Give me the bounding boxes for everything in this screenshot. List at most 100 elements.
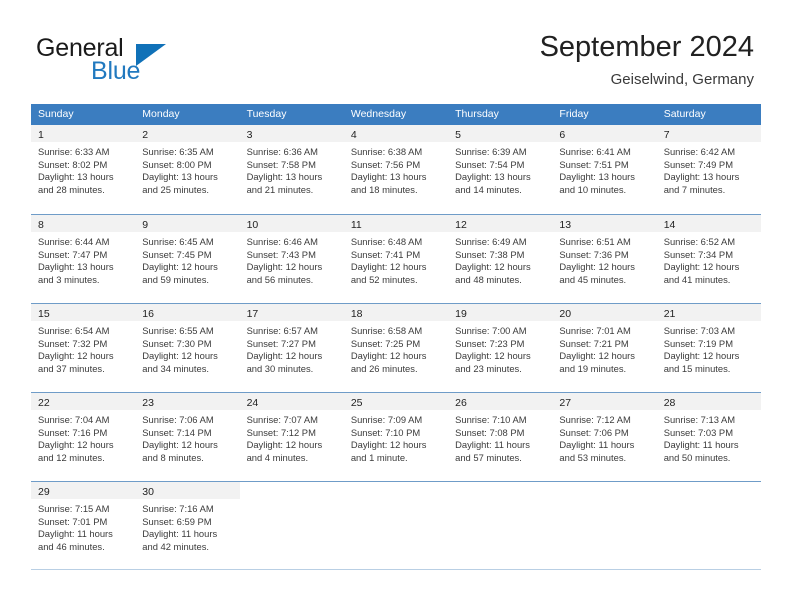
day-detail-line: Sunrise: 6:57 AM bbox=[246, 325, 318, 336]
day-number-band: 5 bbox=[448, 125, 553, 142]
calendar-day-cell[interactable]: 23 Sunrise: 7:06 AM Sunset: 7:14 PM Dayligh… bbox=[135, 393, 240, 481]
day-number-band: 22 bbox=[31, 393, 136, 410]
day-detail-line: Daylight: 12 hours bbox=[663, 261, 740, 273]
day-detail-line: Sunset: 8:00 PM bbox=[142, 158, 212, 170]
calendar-day-cell[interactable]: 16 Sunrise: 6:55 AM Sunset: 7:30 PM Dayligh… bbox=[135, 304, 240, 392]
calendar-day-cell[interactable]: 4 Sunrise: 6:38 AM Sunset: 7:56 PM Daylight… bbox=[343, 125, 449, 214]
day-number-band bbox=[448, 482, 552, 499]
day-detail-lines: Sunrise: 6:36 AM Sunset: 7:58 PM Daylight:… bbox=[240, 142, 344, 196]
day-detail-line: and 18 minutes. bbox=[350, 183, 418, 195]
day-detail-line: Sunrise: 6:49 AM bbox=[455, 236, 527, 247]
calendar-day-cell[interactable]: 25 Sunrise: 7:09 AM Sunset: 7:10 PM Dayligh… bbox=[343, 393, 449, 481]
day-number: 13 bbox=[559, 219, 572, 231]
day-detail-line: and 4 minutes. bbox=[246, 451, 309, 463]
day-detail-line: Sunset: 7:27 PM bbox=[246, 337, 316, 349]
calendar-day-cell[interactable]: 28 Sunrise: 7:13 AM Sunset: 7:03 PM Dayligh… bbox=[656, 393, 761, 481]
day-number: 16 bbox=[142, 308, 154, 320]
calendar-day-cell[interactable]: 3 Sunrise: 6:36 AM Sunset: 7:58 PM Daylight… bbox=[239, 125, 344, 214]
day-detail-line: Daylight: 13 hours bbox=[455, 171, 531, 183]
calendar-day-cell[interactable]: 20 Sunrise: 7:01 AM Sunset: 7:21 PM Dayligh… bbox=[552, 304, 657, 392]
calendar-day-cell[interactable]: 6 Sunrise: 6:41 AM Sunset: 7:51 PM Daylight… bbox=[552, 125, 657, 214]
day-detail-lines: Sunrise: 7:01 AM Sunset: 7:21 PM Daylight:… bbox=[552, 321, 656, 375]
weekday-header-thursday: Thursday bbox=[455, 108, 499, 120]
calendar-day-cell[interactable]: 12 Sunrise: 6:49 AM Sunset: 7:38 PM Dayligh… bbox=[448, 215, 553, 303]
day-detail-lines: Sunrise: 6:46 AM Sunset: 7:43 PM Daylight:… bbox=[240, 232, 344, 286]
calendar-day-cell[interactable]: 11 Sunrise: 6:48 AM Sunset: 7:41 PM Dayligh… bbox=[343, 215, 449, 303]
weekday-header-row: Sunday Monday Tuesday Wednesday Thursday Frid… bbox=[31, 104, 761, 125]
day-detail-line: Sunrise: 7:09 AM bbox=[350, 414, 423, 425]
calendar-page: General Blue September 2024 Geiselwind, … bbox=[0, 0, 792, 612]
day-number-band: 26 bbox=[448, 393, 553, 410]
day-detail-line: Sunrise: 7:10 AM bbox=[455, 414, 527, 425]
day-number-band bbox=[240, 482, 344, 499]
calendar-day-cell[interactable]: 7 Sunrise: 6:42 AM Sunset: 7:49 PM Daylight… bbox=[656, 125, 761, 214]
calendar-day-cell[interactable]: 26 Sunrise: 7:10 AM Sunset: 7:08 PM Dayligh… bbox=[448, 393, 553, 481]
calendar-day-cell[interactable]: 17 Sunrise: 6:57 AM Sunset: 7:27 PM Dayligh… bbox=[239, 304, 344, 392]
calendar-day-cell[interactable]: 8 Sunrise: 6:44 AM Sunset: 7:47 PM Daylight… bbox=[31, 215, 136, 303]
day-detail-line: Sunrise: 7:03 AM bbox=[663, 325, 736, 336]
calendar-day-cell[interactable]: 13 Sunrise: 6:51 AM Sunset: 7:36 PM Dayligh… bbox=[552, 215, 657, 303]
day-detail-line: Sunset: 7:51 PM bbox=[559, 158, 629, 170]
weekday-header-friday: Friday bbox=[559, 108, 589, 120]
calendar-week-row: 29 Sunrise: 7:15 AM Sunset: 7:01 PM Dayligh… bbox=[31, 481, 761, 570]
day-detail-line: Daylight: 12 hours bbox=[455, 350, 531, 362]
calendar-day-cell[interactable]: 29 Sunrise: 7:15 AM Sunset: 7:01 PM Dayligh… bbox=[31, 482, 136, 569]
day-number: 4 bbox=[350, 129, 357, 141]
day-detail-line: Sunrise: 7:06 AM bbox=[142, 414, 214, 425]
day-detail-line: Daylight: 13 hours bbox=[38, 261, 114, 273]
day-number-band: 25 bbox=[343, 393, 449, 410]
calendar-day-cell[interactable]: 21 Sunrise: 7:03 AM Sunset: 7:19 PM Dayligh… bbox=[656, 304, 761, 392]
day-detail-line: Daylight: 13 hours bbox=[38, 171, 114, 183]
day-detail-lines bbox=[448, 499, 552, 503]
day-number-band: 21 bbox=[656, 304, 761, 321]
calendar-day-cell[interactable]: 18 Sunrise: 6:58 AM Sunset: 7:25 PM Dayligh… bbox=[343, 304, 449, 392]
day-detail-lines: Sunrise: 7:09 AM Sunset: 7:10 PM Daylight:… bbox=[344, 410, 448, 464]
calendar-day-cell[interactable]: 1 Sunrise: 6:33 AM Sunset: 8:02 PM Daylight… bbox=[31, 125, 136, 214]
day-number: 17 bbox=[246, 308, 259, 320]
day-detail-line: Sunset: 6:59 PM bbox=[142, 515, 212, 527]
day-detail-line: Sunset: 7:06 PM bbox=[559, 426, 629, 438]
day-detail-line: and 1 minute. bbox=[350, 451, 408, 463]
day-detail-line: and 26 minutes. bbox=[350, 362, 418, 374]
calendar-day-cell[interactable]: 15 Sunrise: 6:54 AM Sunset: 7:32 PM Dayligh… bbox=[31, 304, 136, 392]
day-number: 18 bbox=[350, 308, 363, 320]
day-detail-line: Daylight: 13 hours bbox=[663, 171, 740, 183]
day-detail-line: Sunrise: 6:41 AM bbox=[559, 146, 631, 157]
day-detail-line: Daylight: 11 hours bbox=[663, 439, 739, 451]
calendar-day-cell[interactable]: 5 Sunrise: 6:39 AM Sunset: 7:54 PM Daylight… bbox=[448, 125, 553, 214]
day-detail-line: Sunset: 7:36 PM bbox=[559, 248, 629, 260]
day-detail-line: Sunrise: 6:48 AM bbox=[350, 236, 423, 247]
calendar-day-cell[interactable]: 22 Sunrise: 7:04 AM Sunset: 7:16 PM Dayligh… bbox=[31, 393, 136, 481]
day-detail-line: Sunrise: 6:58 AM bbox=[350, 325, 423, 336]
day-detail-line: Sunset: 7:30 PM bbox=[142, 337, 212, 349]
day-detail-lines: Sunrise: 6:49 AM Sunset: 7:38 PM Daylight:… bbox=[448, 232, 552, 286]
day-detail-line: Sunrise: 7:07 AM bbox=[246, 414, 318, 425]
day-detail-line: and 28 minutes. bbox=[38, 183, 105, 195]
day-number: 22 bbox=[38, 397, 50, 409]
calendar-day-cell[interactable]: 14 Sunrise: 6:52 AM Sunset: 7:34 PM Dayligh… bbox=[656, 215, 761, 303]
calendar-day-cell[interactable]: 24 Sunrise: 7:07 AM Sunset: 7:12 PM Dayligh… bbox=[239, 393, 344, 481]
calendar-day-cell[interactable]: 30 Sunrise: 7:16 AM Sunset: 6:59 PM Dayligh… bbox=[135, 482, 240, 569]
calendar-day-cell[interactable]: 9 Sunrise: 6:45 AM Sunset: 7:45 PM Daylight… bbox=[135, 215, 240, 303]
calendar-day-cell[interactable]: 2 Sunrise: 6:35 AM Sunset: 8:00 PM Daylight… bbox=[135, 125, 240, 214]
day-detail-lines: Sunrise: 7:00 AM Sunset: 7:23 PM Daylight:… bbox=[448, 321, 552, 375]
calendar-day-cell[interactable]: 19 Sunrise: 7:00 AM Sunset: 7:23 PM Dayligh… bbox=[448, 304, 553, 392]
day-number-band: 1 bbox=[31, 125, 136, 142]
calendar-day-cell-empty bbox=[448, 482, 552, 569]
day-number: 21 bbox=[663, 308, 676, 320]
day-detail-line: Daylight: 13 hours bbox=[142, 171, 218, 183]
day-detail-line: and 50 minutes. bbox=[663, 451, 731, 463]
day-detail-lines: Sunrise: 7:16 AM Sunset: 6:59 PM Daylight:… bbox=[135, 499, 239, 553]
page-subtitle: Geiselwind, Germany bbox=[610, 71, 754, 88]
day-number: 5 bbox=[455, 129, 461, 141]
day-number: 14 bbox=[663, 219, 676, 231]
day-number-band: 7 bbox=[656, 125, 761, 142]
day-detail-line: Sunset: 7:54 PM bbox=[455, 158, 525, 170]
day-detail-lines: Sunrise: 6:38 AM Sunset: 7:56 PM Daylight:… bbox=[344, 142, 448, 196]
day-detail-line: Sunset: 7:47 PM bbox=[38, 248, 108, 260]
brand-logo[interactable]: General Blue bbox=[36, 32, 216, 88]
day-number: 19 bbox=[455, 308, 467, 320]
calendar-day-cell[interactable]: 10 Sunrise: 6:46 AM Sunset: 7:43 PM Dayligh… bbox=[239, 215, 344, 303]
calendar-day-cell[interactable]: 27 Sunrise: 7:12 AM Sunset: 7:06 PM Dayligh… bbox=[552, 393, 657, 481]
day-number-band bbox=[552, 482, 656, 499]
